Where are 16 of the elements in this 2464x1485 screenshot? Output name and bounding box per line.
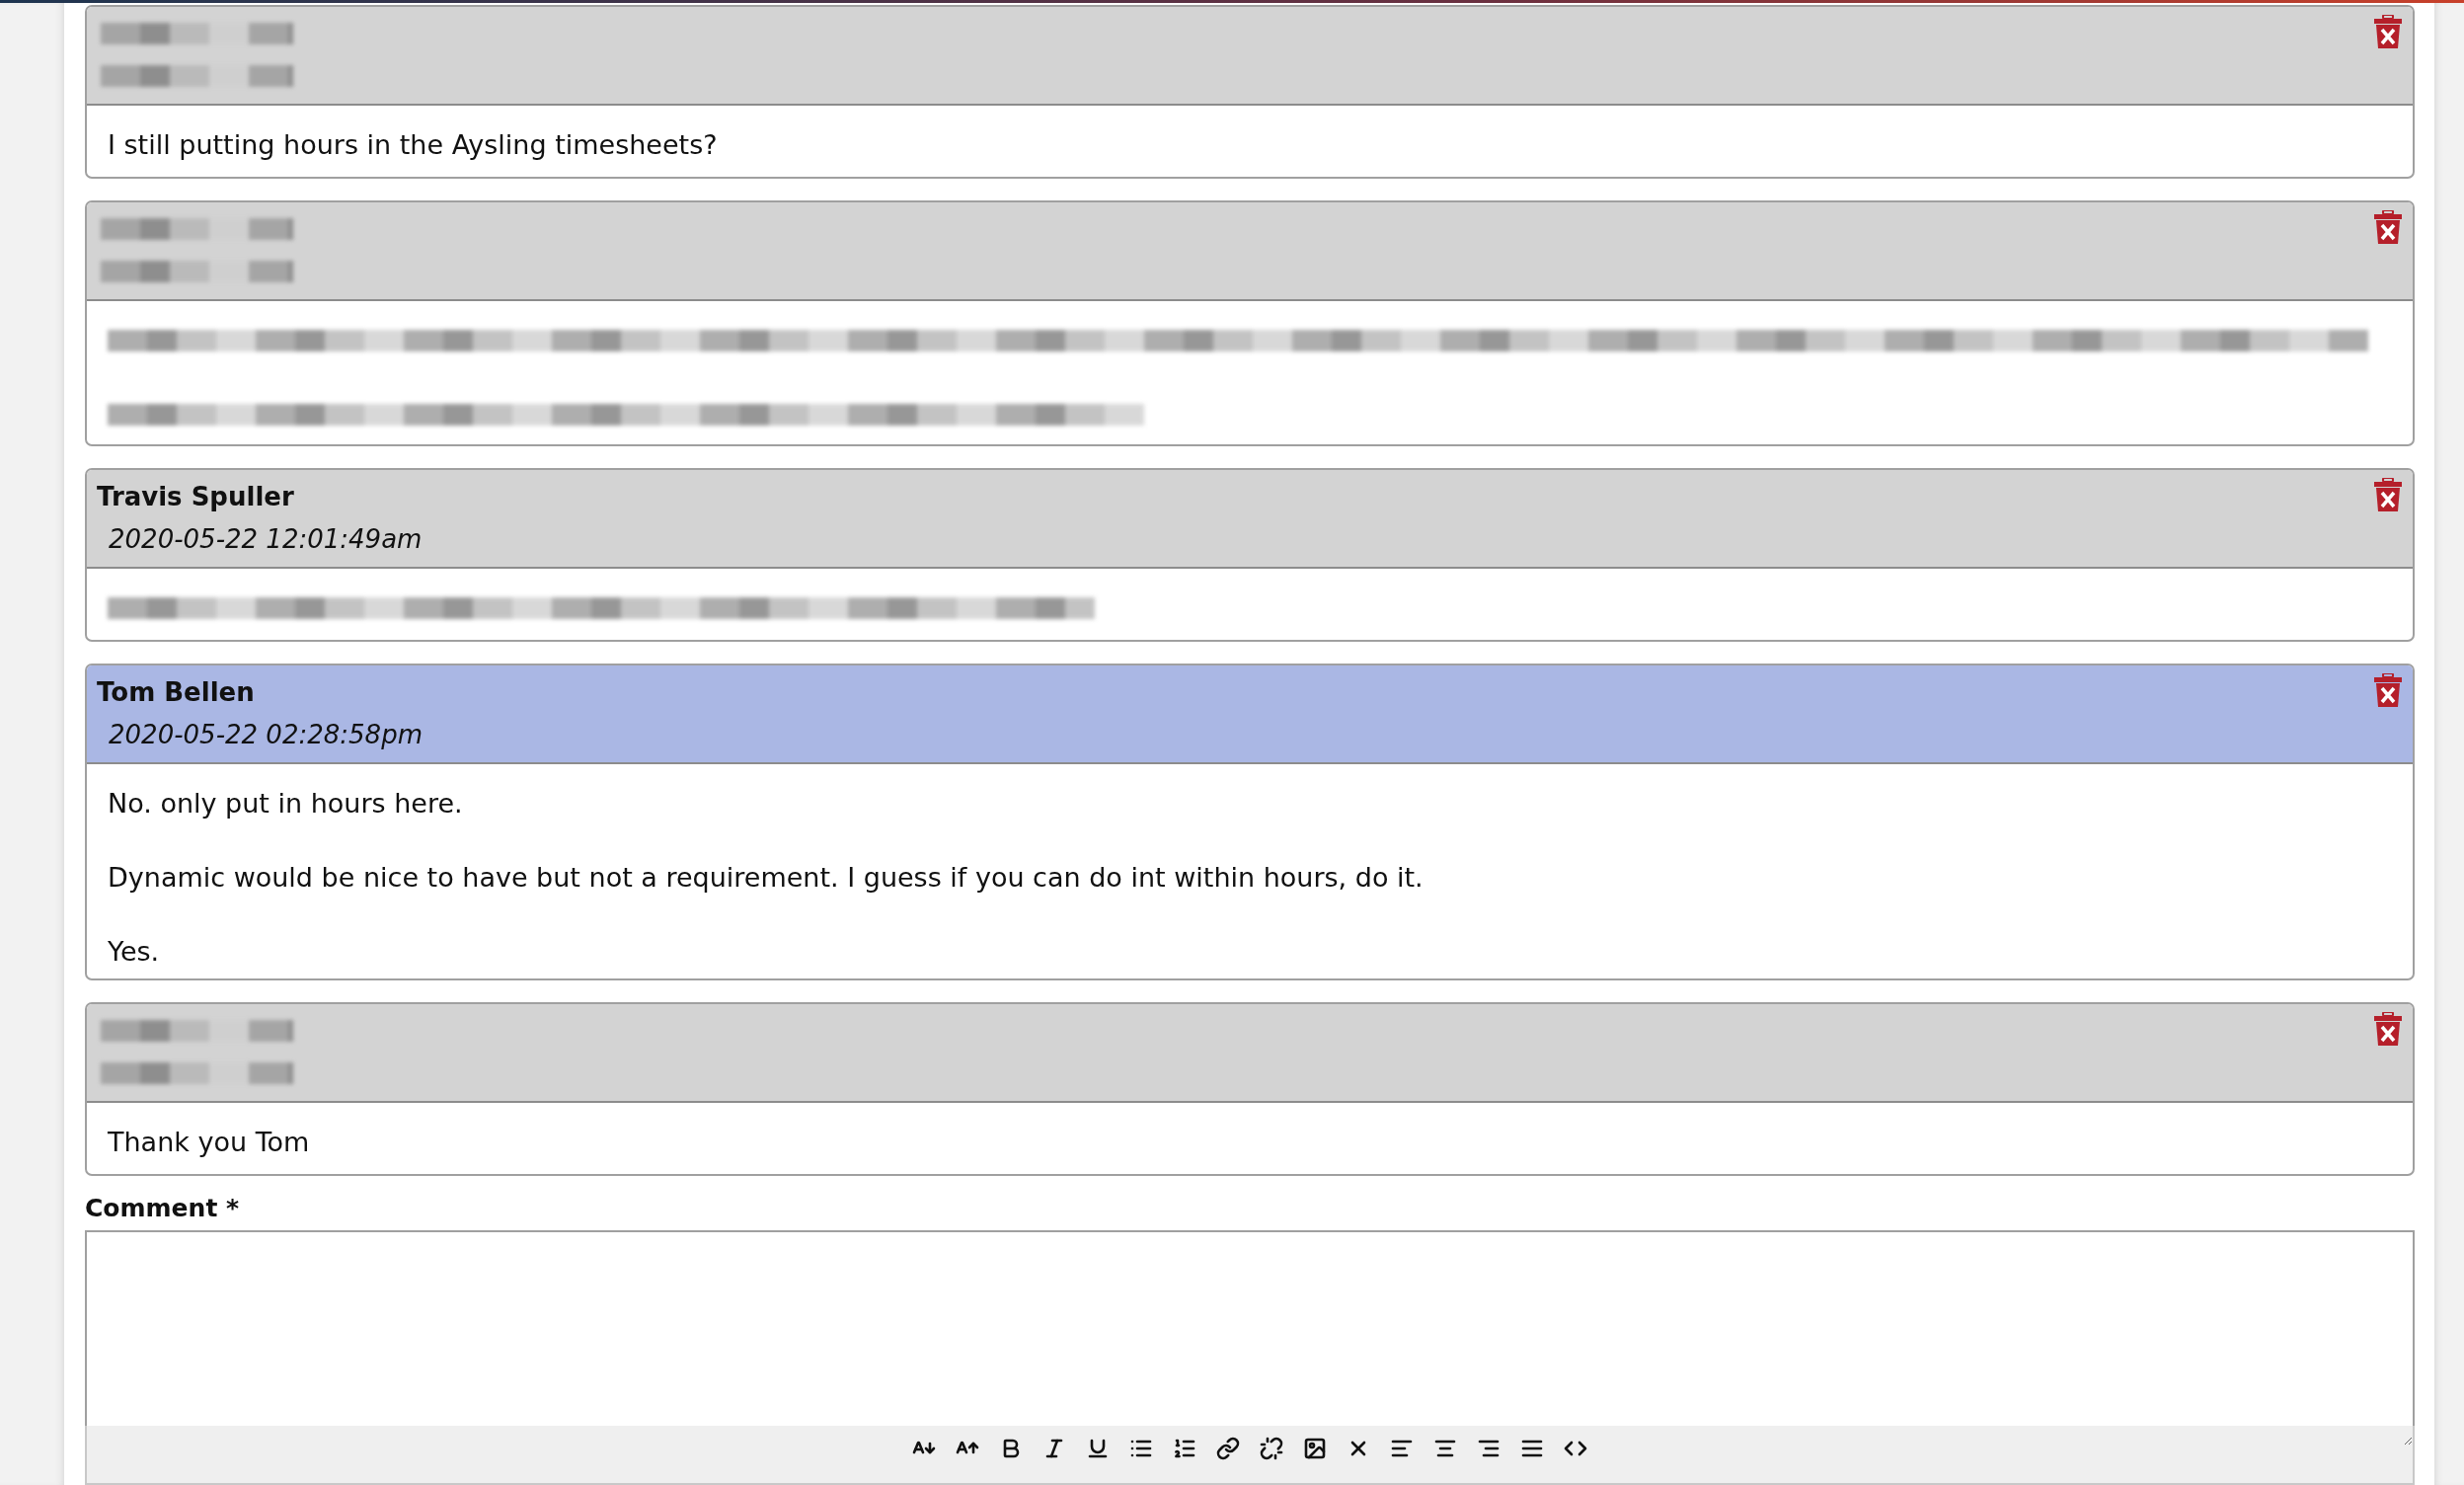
comment-text: No. only put in hours here. <box>108 787 464 821</box>
delete-trash-icon[interactable] <box>2373 15 2403 48</box>
comment-label: Comment * <box>85 1194 241 1222</box>
author-name: Travis Spuller <box>97 480 295 513</box>
comment-text: Yes. <box>108 935 161 970</box>
comment-timestamp: 2020-05-22 02:28:58pm <box>108 719 423 752</box>
author-name: Tom Bellen <box>97 676 256 710</box>
delete-trash-icon[interactable] <box>2373 673 2403 708</box>
comment-text: Dynamic would be nice to have but not a requirement. I guess if you can do int within hours, do it. <box>108 861 1424 896</box>
delete-trash-icon[interactable] <box>2373 210 2403 245</box>
comment-text: Thank you Tom <box>108 1125 311 1159</box>
delete-trash-icon[interactable] <box>2373 477 2403 511</box>
comment-input-field[interactable] <box>85 1230 2415 1447</box>
delete-trash-icon[interactable] <box>2373 1011 2403 1046</box>
comment-timestamp: 2020-05-22 12:01:49am <box>108 522 423 556</box>
comment-text: I still putting hours in the Aysling timesheets? <box>108 128 719 162</box>
